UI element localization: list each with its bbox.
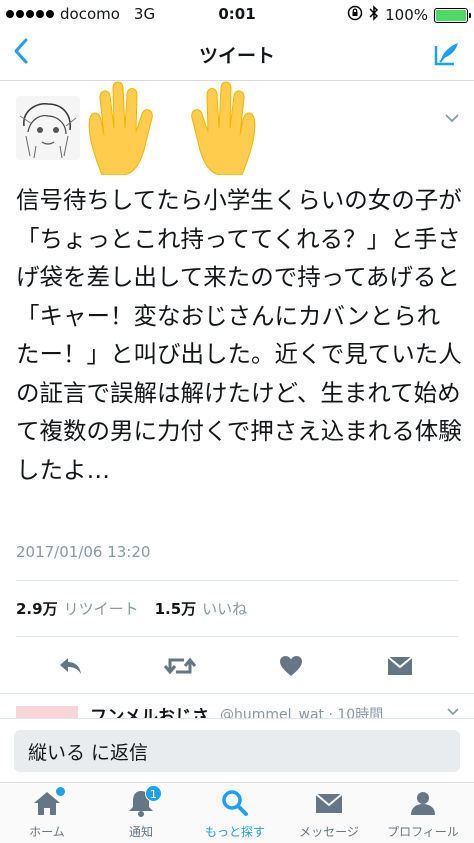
- direct-message-button[interactable]: [384, 650, 416, 682]
- bluetooth-icon: [369, 5, 379, 25]
- tab-notifications-label: 通知: [128, 825, 153, 839]
- status-bar: docomo 3G 0:01 100%: [0, 0, 474, 28]
- search-icon: [220, 789, 250, 819]
- status-right: 100%: [347, 5, 471, 25]
- likes-count[interactable]: 1.5万: [155, 598, 197, 619]
- reply-icon: [60, 658, 81, 674]
- envelope-icon: [314, 789, 344, 819]
- tweet-text: 信号待ちしてたら小学生くらいの女の子が「ちょっとこれ持っててくれる？」と手さげ袋…: [16, 186, 462, 484]
- home-icon: [32, 787, 65, 819]
- battery-fill: [436, 9, 466, 21]
- next-tweet-handle: @hummel_wat · 10時間: [220, 707, 384, 718]
- tweet-actions: [0, 650, 474, 682]
- battery-icon: [434, 7, 471, 23]
- reply-input[interactable]: 縦いる に返信: [14, 730, 460, 772]
- retweet-icon: [164, 657, 196, 675]
- tab-profile[interactable]: プロフィール: [376, 787, 470, 841]
- divider: [16, 636, 458, 637]
- tab-explore-label: もっと探す: [204, 825, 265, 839]
- retweets-count[interactable]: 2.9万: [16, 598, 58, 619]
- page-title: ツイート: [198, 45, 275, 67]
- raised-hands-emoji-icon: [82, 80, 262, 176]
- profile-icon: [408, 789, 438, 819]
- tab-bar: ホーム 1 通知 もっと探す メッセージ プロフィール: [0, 782, 474, 843]
- likes-label[interactable]: いいね: [202, 598, 247, 619]
- compose-tweet-icon: [434, 43, 458, 66]
- next-tweet-avatar: [16, 706, 78, 718]
- bell-icon: 1: [126, 785, 162, 819]
- nav-bar: ツイート: [0, 28, 474, 81]
- heart-icon: [280, 656, 302, 676]
- compose-tweet-button[interactable]: [430, 38, 462, 70]
- home-new-dot: [56, 787, 65, 796]
- next-tweet-author: フンメルおじさ: [90, 707, 209, 718]
- next-tweet-preview[interactable]: フンメルおじさ @hummel_wat · 10時間: [0, 693, 474, 718]
- tab-notifications[interactable]: 1 通知: [94, 785, 188, 841]
- tab-profile-label: プロフィール: [387, 825, 459, 839]
- battery-percent: 100%: [385, 6, 428, 24]
- tab-messages[interactable]: メッセージ: [282, 787, 376, 841]
- retweets-label[interactable]: リツイート: [64, 598, 139, 619]
- notification-badge: 1: [145, 785, 162, 802]
- tab-home[interactable]: ホーム: [0, 787, 94, 841]
- tab-explore[interactable]: もっと探す: [188, 787, 282, 841]
- next-tweet-chevron-down-icon[interactable]: [446, 704, 460, 718]
- reply-button[interactable]: [55, 650, 87, 682]
- envelope-icon: [387, 656, 413, 675]
- rotation-lock-icon: [347, 5, 363, 25]
- tweet-menu-chevron-down-icon[interactable]: [444, 108, 460, 127]
- tab-home-label: ホーム: [29, 825, 65, 839]
- divider: [16, 580, 458, 581]
- like-button[interactable]: [275, 650, 307, 682]
- avatar[interactable]: [16, 96, 80, 160]
- tab-messages-label: メッセージ: [299, 825, 359, 839]
- tweet-timestamp: 2017/01/06 13:20: [16, 543, 151, 561]
- tweet-stats: 2.9万 リツイート 1.5万 いいね: [16, 598, 257, 619]
- retweet-button[interactable]: [164, 650, 196, 682]
- reply-bar: 縦いる に返信: [0, 718, 474, 782]
